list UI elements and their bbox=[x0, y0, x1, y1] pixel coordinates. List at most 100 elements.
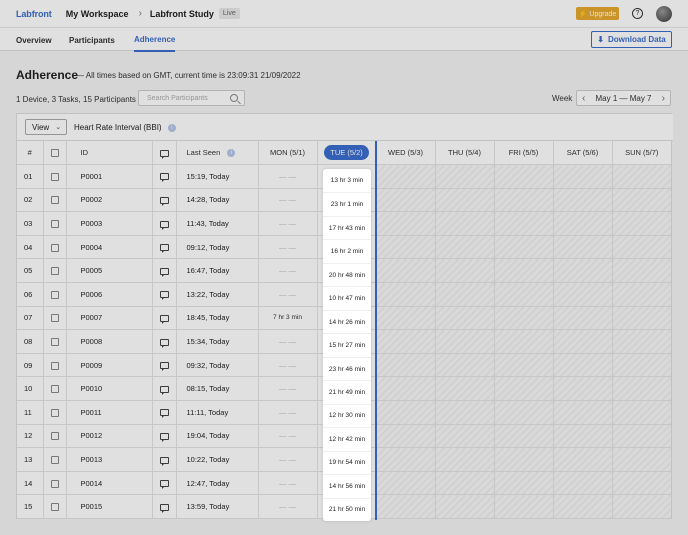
row-select bbox=[43, 306, 67, 331]
row-checkbox[interactable] bbox=[50, 243, 59, 252]
wed-cell bbox=[376, 211, 436, 236]
message-icon[interactable] bbox=[159, 197, 169, 206]
row-checkbox[interactable] bbox=[50, 432, 59, 441]
mon-value: — — bbox=[258, 424, 318, 449]
message-icon[interactable] bbox=[159, 503, 169, 513]
message-icon[interactable] bbox=[159, 338, 169, 348]
last-seen-label: Last Seen bbox=[186, 148, 221, 158]
row-select bbox=[43, 329, 67, 354]
search-icon[interactable] bbox=[230, 94, 238, 102]
thu-cell bbox=[435, 164, 495, 189]
select-all-checkbox[interactable] bbox=[50, 149, 59, 158]
col-last-seen: Last Seen i bbox=[176, 141, 259, 166]
view-label: View bbox=[32, 122, 50, 132]
info-icon[interactable]: i bbox=[167, 123, 176, 132]
row-checkbox[interactable] bbox=[50, 172, 59, 181]
row-checkbox[interactable] bbox=[50, 196, 59, 205]
tab-bar: Overview Participants Adherence ⬇ Downlo… bbox=[0, 27, 688, 52]
download-label: Download Data bbox=[607, 35, 666, 44]
thu-cell bbox=[435, 376, 495, 402]
search-placeholder: Search Participants bbox=[147, 94, 208, 102]
col-select bbox=[43, 141, 67, 166]
last-seen: 12:47, Today bbox=[176, 471, 259, 496]
mon-value: — — bbox=[258, 447, 318, 472]
row-select bbox=[43, 494, 67, 519]
avatar[interactable] bbox=[656, 6, 672, 22]
sat-cell bbox=[553, 329, 613, 354]
last-seen: 15:19, Today bbox=[176, 164, 259, 189]
row-checkbox[interactable] bbox=[50, 220, 59, 229]
row-number: 15 bbox=[17, 494, 44, 519]
row-checkbox[interactable] bbox=[50, 361, 59, 370]
search-input[interactable]: Search Participants bbox=[138, 90, 245, 106]
metric-text: Heart Rate Interval (BBI) bbox=[74, 123, 162, 132]
row-checkbox[interactable] bbox=[50, 408, 59, 417]
next-week-icon[interactable]: › bbox=[662, 93, 665, 104]
mon-value: — — bbox=[258, 353, 318, 378]
sun-cell bbox=[612, 329, 671, 354]
tab-participants[interactable]: Participants bbox=[69, 28, 115, 52]
mon-value: — — bbox=[258, 494, 318, 519]
message-icon[interactable] bbox=[159, 244, 169, 254]
row-message bbox=[152, 329, 177, 354]
mon-value: — — bbox=[258, 471, 318, 496]
row-message bbox=[152, 471, 177, 496]
tue-value: 14 hr 56 min bbox=[323, 474, 371, 498]
message-icon[interactable] bbox=[159, 456, 169, 466]
row-select bbox=[43, 400, 67, 425]
row-number: 03 bbox=[17, 211, 44, 236]
prev-week-icon[interactable]: ‹ bbox=[582, 93, 585, 104]
row-checkbox[interactable] bbox=[50, 338, 59, 347]
row-checkbox[interactable] bbox=[50, 503, 59, 512]
top-bar: Labfront My Workspace › Labfront Study L… bbox=[0, 0, 688, 27]
wed-cell bbox=[376, 471, 436, 496]
row-message bbox=[152, 447, 177, 472]
tue-value: 15 hr 27 min bbox=[323, 333, 371, 357]
chevron-right-icon: › bbox=[138, 8, 142, 19]
row-checkbox[interactable] bbox=[50, 479, 59, 488]
participant-id: P0011 bbox=[66, 400, 153, 425]
message-icon[interactable] bbox=[159, 362, 169, 372]
message-icon[interactable] bbox=[159, 385, 169, 395]
message-icon[interactable] bbox=[159, 267, 169, 277]
tab-overview[interactable]: Overview bbox=[16, 28, 52, 52]
message-icon[interactable] bbox=[159, 480, 169, 490]
last-seen: 09:32, Today bbox=[176, 353, 259, 378]
message-icon[interactable] bbox=[159, 291, 169, 301]
tab-adherence[interactable]: Adherence bbox=[134, 28, 176, 52]
fri-cell bbox=[494, 306, 554, 331]
message-icon[interactable] bbox=[159, 432, 169, 442]
thu-cell bbox=[435, 471, 495, 496]
breadcrumb-study[interactable]: Labfront Study bbox=[150, 9, 214, 19]
info-icon[interactable]: i bbox=[227, 149, 236, 158]
breadcrumb-workspace[interactable]: My Workspace bbox=[66, 9, 129, 19]
row-checkbox[interactable] bbox=[50, 456, 59, 465]
sat-cell bbox=[553, 424, 613, 449]
sat-cell bbox=[553, 235, 613, 260]
upgrade-button[interactable]: ⚡ Upgrade bbox=[576, 7, 619, 20]
tue-value: 19 hr 54 min bbox=[323, 450, 371, 475]
labfront-logo[interactable]: Labfront bbox=[16, 9, 52, 19]
fri-cell bbox=[494, 164, 554, 189]
row-checkbox[interactable] bbox=[50, 385, 59, 394]
help-icon[interactable]: ? bbox=[632, 8, 643, 19]
tue-value: 23 hr 46 min bbox=[323, 356, 371, 381]
participant-id: P0002 bbox=[66, 188, 153, 213]
message-icon[interactable] bbox=[159, 314, 169, 324]
row-checkbox[interactable] bbox=[50, 290, 59, 299]
wed-cell bbox=[376, 447, 436, 472]
message-icon[interactable] bbox=[159, 409, 169, 419]
row-checkbox[interactable] bbox=[50, 314, 59, 323]
mon-value: — — bbox=[258, 235, 318, 260]
message-icon[interactable] bbox=[159, 173, 169, 183]
view-dropdown[interactable]: View ⌄ bbox=[25, 119, 67, 135]
tue-value: 20 hr 48 min bbox=[323, 262, 371, 287]
col-number: # bbox=[17, 141, 44, 166]
wed-cell bbox=[376, 282, 436, 307]
today-marker bbox=[375, 141, 377, 520]
tue-value: 17 hr 43 min bbox=[323, 215, 371, 240]
row-number: 01 bbox=[17, 164, 44, 189]
download-data-button[interactable]: ⬇ Download Data bbox=[591, 31, 672, 48]
message-icon[interactable] bbox=[159, 220, 169, 230]
row-checkbox[interactable] bbox=[50, 267, 59, 276]
